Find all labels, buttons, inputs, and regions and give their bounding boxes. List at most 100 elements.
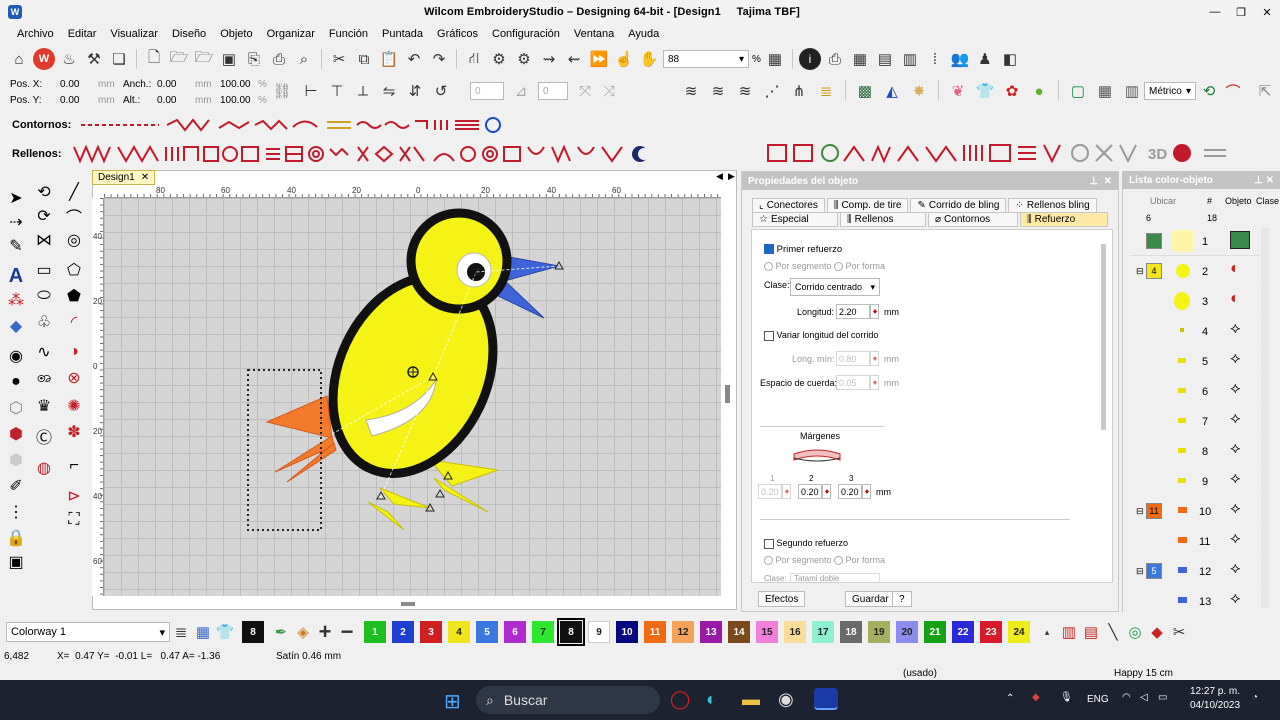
taskbar-search[interactable]: ⌕ Buscar: [476, 686, 660, 714]
palette-settings-icon[interactable]: ✂: [1168, 621, 1190, 643]
pin-panel-icon[interactable]: ⊥: [1089, 176, 1098, 187]
people-icon[interactable]: 👥: [949, 48, 971, 70]
curve-tool-icon[interactable]: ⟳: [32, 204, 56, 228]
slant-field[interactable]: 0: [538, 82, 568, 100]
menu-funcion[interactable]: Función: [322, 28, 375, 40]
tab-bling-run[interactable]: ✎ Corrido de bling: [910, 198, 1007, 213]
paint-icon[interactable]: ✎: [4, 234, 28, 258]
string-spacing-stepper[interactable]: 0.05: [836, 375, 879, 391]
color-cube-icon[interactable]: ◆: [1146, 621, 1168, 643]
dots-icon[interactable]: ⋮: [4, 500, 28, 524]
tab-design1[interactable]: Design1 ✕: [92, 170, 156, 185]
by-shape-radio[interactable]: [834, 262, 843, 272]
print-preview-icon[interactable]: ⌕: [293, 48, 315, 70]
cursor-icon[interactable]: ☝: [613, 48, 635, 70]
min-length-value[interactable]: 0.80: [836, 351, 870, 366]
half-square-icon[interactable]: ◧: [999, 48, 1021, 70]
palette-color-13[interactable]: 13: [700, 621, 722, 643]
shell-icon[interactable]: ◍: [32, 456, 56, 480]
palette-color-10[interactable]: 10: [616, 621, 638, 643]
wave-icon[interactable]: ∿: [32, 340, 56, 364]
arc-icon[interactable]: ⌒: [1222, 80, 1244, 102]
by-shape-radio-row[interactable]: Por forma: [834, 261, 885, 272]
palette-color-21[interactable]: 21: [924, 621, 946, 643]
needle-icon[interactable]: ╲: [1102, 621, 1124, 643]
fabric-shirt-icon[interactable]: 👕: [214, 621, 236, 643]
dot-icon[interactable]: ●: [4, 370, 28, 394]
width-value[interactable]: 0.00: [157, 79, 176, 90]
travel-icon[interactable]: ⇝: [538, 48, 560, 70]
flip-v-icon[interactable]: ⇵: [404, 80, 426, 102]
menu-configuracion[interactable]: Configuración: [485, 28, 567, 40]
flower-icon[interactable]: ✿: [1001, 80, 1023, 102]
list-item[interactable]: 6 ⟡: [1130, 376, 1260, 406]
align-left-icon[interactable]: ⊢: [300, 80, 322, 102]
palette-color-2[interactable]: 2: [392, 621, 414, 643]
list-item[interactable]: 11 ⟡: [1130, 526, 1260, 556]
hoop-frame-icon[interactable]: ▢: [1067, 80, 1089, 102]
print-icon[interactable]: ⎙: [268, 48, 290, 70]
menu-ayuda[interactable]: Ayuda: [621, 28, 666, 40]
tab-bling-fill[interactable]: ⁘ Rellenos bling: [1008, 198, 1097, 213]
tab-outlines[interactable]: ⌀ Contornos: [928, 212, 1018, 227]
collapse-icon[interactable]: ⊟: [1136, 506, 1144, 517]
undo-icon[interactable]: ↶: [403, 48, 425, 70]
pin-list-icon[interactable]: ⊥: [1254, 175, 1263, 186]
home-icon[interactable]: ⌂: [8, 48, 30, 70]
ring-icon[interactable]: ◎: [62, 228, 86, 252]
rotate-field[interactable]: 0: [470, 82, 504, 100]
volume-icon[interactable]: ◁: [1140, 692, 1148, 703]
language-indicator[interactable]: ENG: [1087, 694, 1109, 705]
eyedropper-icon[interactable]: ✒: [270, 621, 292, 643]
zoom-table-icon[interactable]: ▦: [764, 48, 786, 70]
close-button[interactable]: ✕: [1254, 6, 1280, 19]
notification-icon[interactable]: ◔: [1252, 692, 1258, 703]
embroiderystudio-taskbar-icon[interactable]: [814, 688, 838, 710]
color-wheel-icon[interactable]: ◎: [1124, 621, 1146, 643]
list-item[interactable]: 9 ⟡: [1130, 466, 1260, 496]
palette-color-5[interactable]: 5: [476, 621, 498, 643]
arrow-tool-icon[interactable]: ⊳: [62, 484, 86, 508]
palette-color-15[interactable]: 15: [756, 621, 778, 643]
string-spacing-spin-icon[interactable]: [870, 375, 879, 391]
bobbin-icon[interactable]: ⚙: [513, 48, 535, 70]
collapse-icon[interactable]: ⊟: [1136, 566, 1144, 577]
palette-color-24[interactable]: 24: [1008, 621, 1030, 643]
fork-icon[interactable]: ⋔: [788, 80, 810, 102]
first-underlay-row[interactable]: Primer refuerzo: [764, 244, 842, 255]
balloon-icon[interactable]: ♨: [58, 48, 80, 70]
clock-date[interactable]: 04/10/2023: [1190, 700, 1240, 711]
palette-color-1[interactable]: 1: [364, 621, 386, 643]
copy-icon[interactable]: ⧉: [353, 48, 375, 70]
save-button[interactable]: Guardar: [845, 591, 896, 607]
stitch-types-toolbar[interactable]: 3D: [764, 141, 1254, 165]
slant-icon[interactable]: ⊿: [510, 80, 532, 102]
palette-color-22[interactable]: 22: [952, 621, 974, 643]
flower-tool-icon[interactable]: ✽: [62, 420, 86, 444]
shapes-tool-icon[interactable]: ♧: [32, 310, 56, 334]
collapse-icon[interactable]: ⊟: [1136, 266, 1144, 277]
margin-1-stepper[interactable]: 0.20: [758, 484, 791, 499]
image-icon[interactable]: ▩: [854, 80, 876, 102]
new-file-icon[interactable]: 🗋: [143, 48, 165, 70]
palette-color-3[interactable]: 3: [420, 621, 442, 643]
palette-color-20[interactable]: 20: [896, 621, 918, 643]
colorway-edit-icon[interactable]: ≣: [170, 621, 192, 643]
menu-puntada[interactable]: Puntada: [375, 28, 430, 40]
circle-split-icon[interactable]: ◑: [62, 340, 86, 364]
colorway-select[interactable]: Colorway 1 ▾: [6, 622, 170, 642]
second-by-shape-radio[interactable]: [834, 556, 843, 566]
second-underlay-checkbox[interactable]: [764, 538, 774, 549]
close-tab-icon[interactable]: ✕: [141, 172, 149, 183]
file-explorer-icon[interactable]: ▬: [742, 689, 760, 710]
margin-1-spin-icon[interactable]: [782, 484, 791, 499]
second-underlay-row[interactable]: Segundo refuerzo: [764, 538, 848, 549]
flip-h-icon[interactable]: ⇋: [378, 80, 400, 102]
film-icon[interactable]: ▥: [899, 48, 921, 70]
tab-pull-comp[interactable]: ⫼ Comp. de tire: [826, 198, 909, 213]
second-by-segment-radio[interactable]: [764, 556, 773, 566]
list-item[interactable]: 4 ⟡: [1130, 316, 1260, 346]
node-tool-icon[interactable]: ⋈: [32, 228, 56, 252]
rectangle-icon[interactable]: ▭: [32, 258, 56, 282]
clock-time[interactable]: 12:27 p. m.: [1190, 686, 1240, 697]
